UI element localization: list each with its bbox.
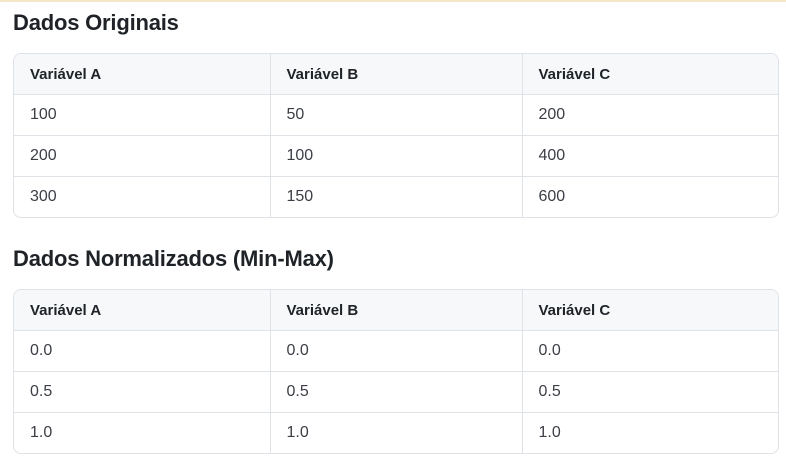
- normalized-data-table: Variável A Variável B Variável C 0.0 0.0…: [13, 289, 779, 454]
- column-header: Variável A: [14, 290, 271, 331]
- table-cell: 0.5: [14, 371, 271, 413]
- table-cell: 0.0: [14, 330, 271, 372]
- table-cell: 0.5: [270, 371, 523, 413]
- table-header-row: Variável A Variável B Variável C: [14, 54, 778, 95]
- table-cell: 300: [14, 176, 271, 217]
- original-data-table: Variável A Variável B Variável C 100 50 …: [13, 53, 779, 218]
- table-cell: 0.5: [522, 371, 778, 413]
- table-row: 0.0 0.0 0.0: [14, 330, 778, 372]
- table-row: 0.5 0.5 0.5: [14, 371, 778, 413]
- column-header: Variável C: [522, 54, 778, 95]
- table-cell: 1.0: [14, 412, 271, 453]
- table-cell: 100: [14, 94, 271, 136]
- table-header-row: Variável A Variável B Variável C: [14, 290, 778, 331]
- table-cell: 1.0: [538, 424, 561, 441]
- table-cell: 1.0: [270, 412, 523, 453]
- table-cell: 200: [522, 94, 778, 136]
- column-header: Variável C: [522, 290, 778, 331]
- table-row: 200 100 400: [14, 135, 778, 177]
- table-cell: 150: [270, 176, 523, 217]
- table-row: 100 50 200: [14, 94, 778, 136]
- section-title-normalized-data: Dados Normalizados (Min-Max): [13, 246, 334, 271]
- table-cell: 400: [522, 135, 778, 177]
- top-accent-bar: [0, 0, 786, 2]
- table-cell: 600: [538, 188, 566, 205]
- table-cell: 0.0: [522, 330, 778, 372]
- table-row: 1.0 1.0 1.0: [14, 412, 778, 453]
- table-cell: 200: [14, 135, 271, 177]
- table-cell: 100: [270, 135, 523, 177]
- table-cell: 0.0: [270, 330, 523, 372]
- column-header: Variável B: [270, 54, 523, 95]
- column-header: Variável B: [270, 290, 523, 331]
- section-title-original-data: Dados Originais: [13, 10, 179, 35]
- column-header: Variável A: [14, 54, 271, 95]
- table-row: 300 150 600: [14, 176, 778, 217]
- table-cell: 50: [270, 94, 523, 136]
